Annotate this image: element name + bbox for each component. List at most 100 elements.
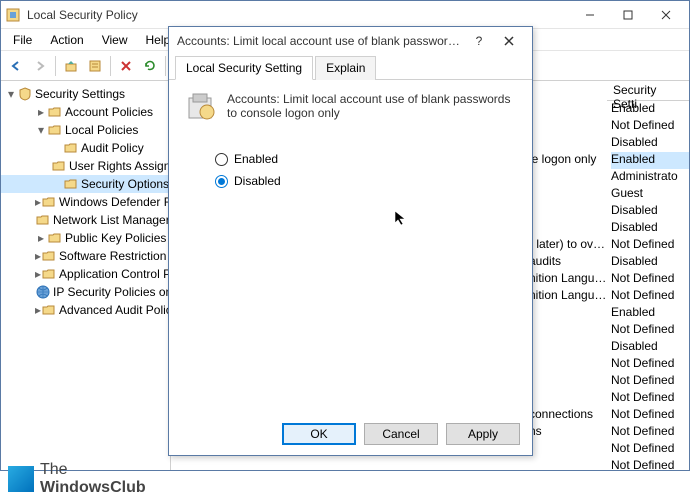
list-row[interactable]: Disabled — [529, 220, 689, 237]
folder-icon — [42, 267, 56, 281]
cancel-button[interactable]: Cancel — [364, 423, 438, 445]
policy-name-cell — [529, 373, 611, 390]
expand-icon[interactable]: ▸ — [35, 231, 47, 245]
tab-local-security-setting[interactable]: Local Security Setting — [175, 56, 313, 80]
forward-button[interactable] — [29, 55, 51, 77]
list-row[interactable]: Not Defined — [529, 390, 689, 407]
radio-enabled[interactable]: Enabled — [215, 148, 516, 170]
security-setting-cell: Enabled — [611, 101, 689, 118]
list-row[interactable]: Enabled — [529, 101, 689, 118]
menu-action[interactable]: Action — [42, 31, 91, 49]
list-row[interactable]: auditsDisabled — [529, 254, 689, 271]
expand-icon[interactable]: ▾ — [35, 123, 47, 137]
security-setting-cell: Disabled — [611, 135, 689, 152]
list-row[interactable]: Not Defined — [529, 458, 689, 475]
up-button[interactable] — [60, 55, 82, 77]
dialog-content: Accounts: Limit local account use of bla… — [169, 80, 532, 204]
policy-name-cell — [529, 101, 611, 118]
maximize-button[interactable] — [609, 4, 647, 26]
tree-item[interactable]: ▸ Account Policies — [1, 103, 170, 121]
tree-item[interactable]: Security Options — [1, 175, 170, 193]
policy-name-cell — [529, 305, 611, 322]
radio-disabled[interactable]: Disabled — [215, 170, 516, 192]
folder-icon — [42, 249, 56, 263]
help-button[interactable]: ? — [464, 30, 494, 52]
list-row[interactable]: connectionsNot Defined — [529, 407, 689, 424]
folder-icon — [48, 123, 62, 137]
tree-label: Security Settings — [35, 87, 125, 101]
watermark-logo-icon — [8, 466, 34, 492]
list-row[interactable]: r later) to ove...Not Defined — [529, 237, 689, 254]
policy-name-cell: connections — [529, 407, 611, 424]
watermark: The WindowsClub — [8, 461, 146, 497]
list-row[interactable]: Guest — [529, 186, 689, 203]
policy-name-cell — [529, 390, 611, 407]
tree-item[interactable]: IP Security Policies on Loca — [1, 283, 170, 301]
folder-icon — [36, 213, 50, 227]
policy-name-cell — [529, 203, 611, 220]
list-row[interactable]: Not Defined — [529, 118, 689, 135]
security-setting-cell: Enabled — [611, 152, 689, 169]
list-row[interactable]: Not Defined — [529, 441, 689, 458]
tree-label: Audit Policy — [81, 141, 144, 155]
expand-icon[interactable]: ▸ — [35, 249, 41, 263]
tab-explain[interactable]: Explain — [315, 56, 376, 80]
expand-icon[interactable]: ▸ — [35, 303, 41, 317]
list-row[interactable]: le logon onlyEnabled — [529, 152, 689, 169]
policy-name-cell: ns — [529, 424, 611, 441]
ok-button[interactable]: OK — [282, 423, 356, 445]
folder-icon — [64, 141, 78, 155]
list-row[interactable]: Administrato — [529, 169, 689, 186]
radio-label: Disabled — [234, 174, 281, 188]
list-row[interactable]: nsNot Defined — [529, 424, 689, 441]
tree-item[interactable]: Network List Manager Poli — [1, 211, 170, 229]
tree-root[interactable]: ▾ Security Settings — [1, 85, 170, 103]
apply-button[interactable]: Apply — [446, 423, 520, 445]
security-setting-cell: Not Defined — [611, 458, 689, 475]
list-row[interactable]: Not Defined — [529, 356, 689, 373]
policy-name-cell — [529, 186, 611, 203]
tree-label: Advanced Audit Policy Co — [59, 303, 171, 317]
minimize-button[interactable] — [571, 4, 609, 26]
tree-pane[interactable]: ▾ Security Settings ▸ Account Policies ▾Lo… — [1, 81, 171, 470]
tree-item[interactable]: ▸ Advanced Audit Policy Co — [1, 301, 170, 319]
list-row[interactable]: Enabled — [529, 305, 689, 322]
tree-item[interactable]: ▸Application Control Polici — [1, 265, 170, 283]
column-header-security[interactable]: Security Setti — [607, 81, 689, 101]
watermark-line2: WindowsClub — [40, 479, 146, 497]
menu-file[interactable]: File — [5, 31, 40, 49]
list-row[interactable]: nition Langua...Not Defined — [529, 271, 689, 288]
list-row[interactable]: Not Defined — [529, 373, 689, 390]
back-button[interactable] — [5, 55, 27, 77]
dialog-close-button[interactable] — [494, 30, 524, 52]
tree-item[interactable]: ▾Local Policies — [1, 121, 170, 139]
security-setting-cell: Administrato — [611, 169, 689, 186]
list-row[interactable]: Not Defined — [529, 322, 689, 339]
list-row[interactable]: Disabled — [529, 135, 689, 152]
tree-item[interactable]: ▸Software Restriction Polici — [1, 247, 170, 265]
expand-icon[interactable]: ▸ — [35, 105, 47, 119]
list-row[interactable]: nition Langua...Not Defined — [529, 288, 689, 305]
tree-item[interactable]: ▸Public Key Policies — [1, 229, 170, 247]
tree-item[interactable]: ▸Windows Defender Firewal — [1, 193, 170, 211]
folder-icon — [42, 303, 56, 317]
properties-button[interactable] — [84, 55, 106, 77]
close-button[interactable] — [647, 4, 685, 26]
list-row[interactable]: Disabled — [529, 203, 689, 220]
expand-icon[interactable]: ▸ — [35, 267, 41, 281]
tree-item[interactable]: Audit Policy — [1, 139, 170, 157]
shield-icon — [18, 87, 32, 101]
security-setting-cell: Not Defined — [611, 356, 689, 373]
expand-icon[interactable]: ▸ — [35, 195, 41, 209]
delete-button[interactable] — [115, 55, 137, 77]
folder-icon — [42, 195, 56, 209]
expand-icon[interactable]: ▾ — [5, 87, 17, 101]
tree-label: Account Policies — [65, 105, 153, 119]
list-row[interactable]: Disabled — [529, 339, 689, 356]
refresh-button[interactable] — [139, 55, 161, 77]
security-setting-cell: Not Defined — [611, 322, 689, 339]
app-icon — [5, 7, 21, 23]
menu-view[interactable]: View — [94, 31, 136, 49]
policy-description: Accounts: Limit local account use of bla… — [227, 92, 516, 124]
tree-item[interactable]: User Rights Assignmen — [1, 157, 170, 175]
